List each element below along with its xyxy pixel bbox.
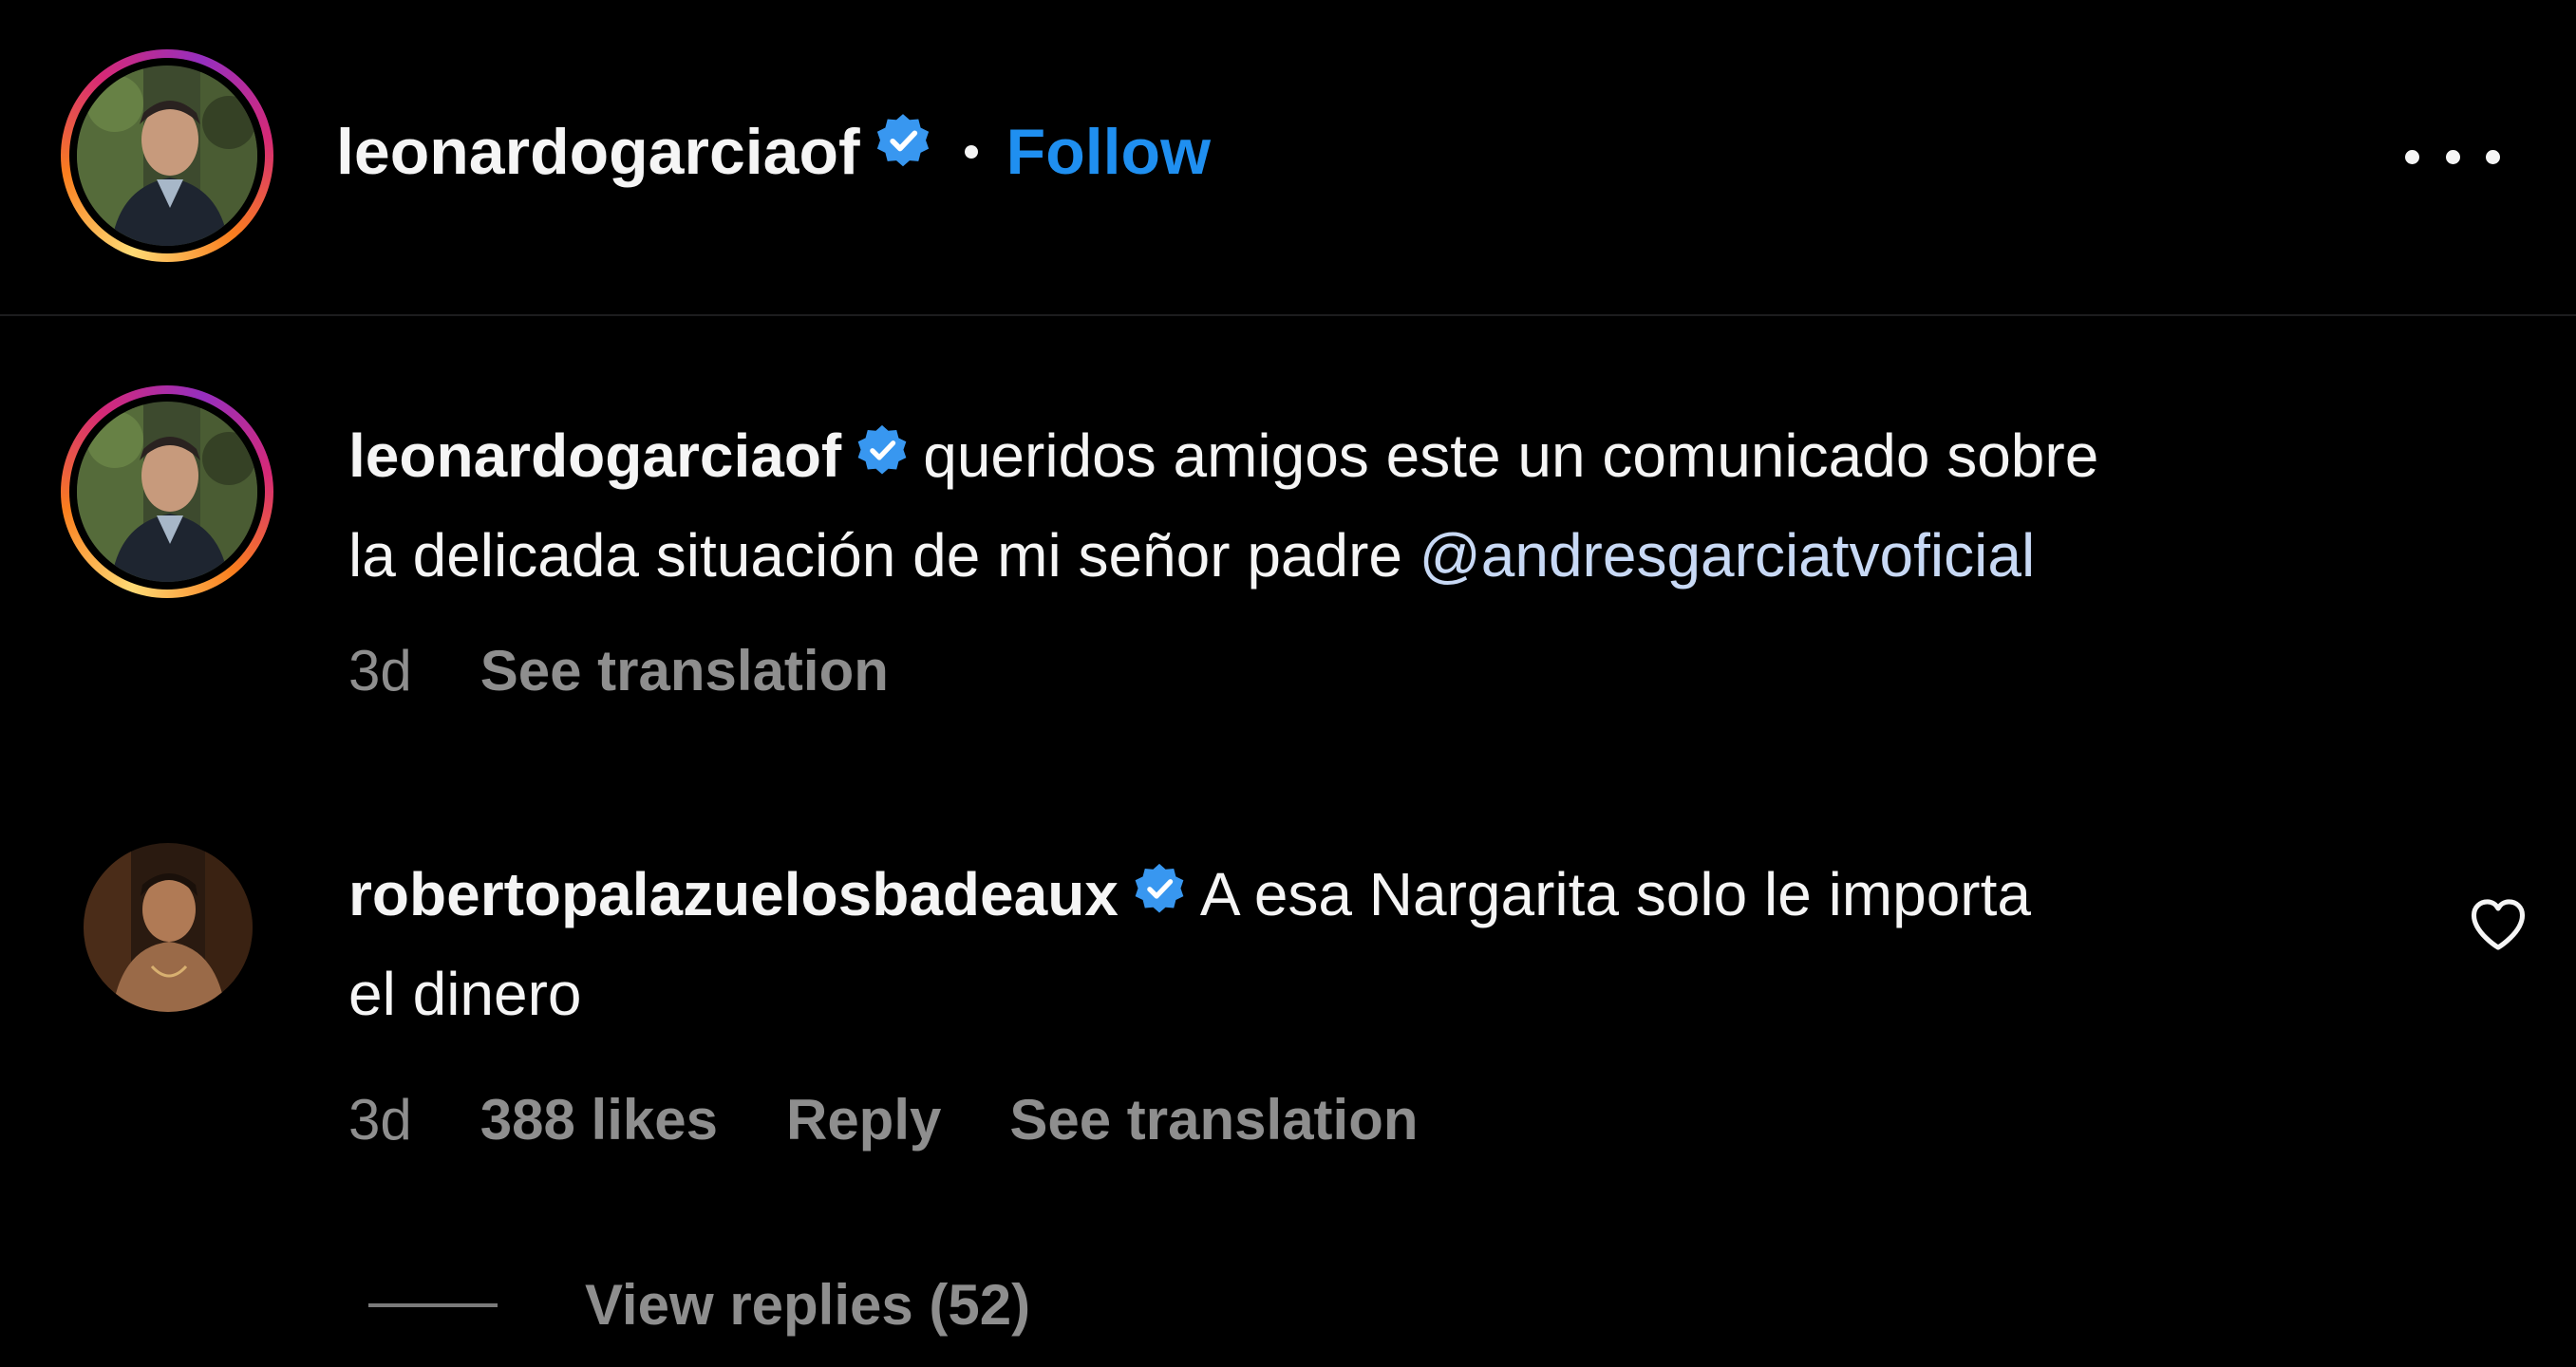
- comment-timestamp: 3d: [348, 1088, 412, 1152]
- comment-avatar[interactable]: [84, 843, 253, 1012]
- comment-text: robertopalazuelosbadeaux A esa Nargarita …: [348, 847, 2390, 1041]
- replies-divider-line: [368, 1302, 498, 1307]
- see-translation-button[interactable]: See translation: [1009, 1087, 1418, 1152]
- caption-text-line1: queridos amigos este un comunicado sobre: [923, 421, 2099, 490]
- likes-count[interactable]: 388 likes: [480, 1087, 718, 1152]
- more-options-icon[interactable]: [2405, 128, 2500, 185]
- comment-line-2: el dinero: [348, 946, 2390, 1041]
- see-translation-button[interactable]: See translation: [480, 638, 889, 703]
- comment-text-line1: A esa Nargarita solo le importa: [1199, 860, 2031, 928]
- verified-badge-icon: [1132, 848, 1187, 943]
- caption-text: leonardogarciaof queridos amigos este un …: [348, 408, 2437, 603]
- mention-link[interactable]: @andresgarciatvoficial: [1420, 521, 2035, 590]
- caption-text-line2: la delicada situación de mi señor padre: [348, 521, 1402, 590]
- heart-outline-icon[interactable]: [2466, 892, 2530, 957]
- caption-avatar[interactable]: [61, 385, 273, 598]
- avatar: [84, 843, 253, 1012]
- avatar: [77, 66, 257, 246]
- verified-badge-icon: [874, 111, 932, 185]
- comment-line-1: robertopalazuelosbadeaux A esa Nargarita …: [348, 847, 2390, 946]
- comment-text-line2: el dinero: [348, 960, 582, 1029]
- caption-timestamp: 3d: [348, 639, 412, 702]
- story-ring-avatar[interactable]: [61, 49, 273, 262]
- caption-line-1: leonardogarciaof queridos amigos este un …: [348, 408, 2437, 508]
- header-username[interactable]: leonardogarciaof: [336, 115, 860, 189]
- separator-dot: [964, 145, 978, 159]
- view-replies-button[interactable]: View replies (52): [368, 1272, 1030, 1338]
- comment-meta: 3d 388 likes Reply See translation: [348, 1087, 1487, 1152]
- post-header: leonardogarciaof Follow: [0, 0, 2576, 316]
- avatar: [77, 402, 257, 582]
- reply-button[interactable]: Reply: [786, 1087, 941, 1152]
- header-user-row: leonardogarciaof Follow: [336, 109, 1211, 195]
- view-replies-label: View replies (52): [585, 1273, 1031, 1337]
- caption-username[interactable]: leonardogarciaof: [348, 421, 841, 490]
- caption-line-2: la delicada situación de mi señor padre …: [348, 508, 2437, 603]
- verified-badge-icon: [855, 409, 910, 504]
- comment-username[interactable]: robertopalazuelosbadeaux: [348, 860, 1119, 928]
- follow-button[interactable]: Follow: [1006, 115, 1211, 189]
- caption-meta: 3d See translation: [348, 638, 957, 703]
